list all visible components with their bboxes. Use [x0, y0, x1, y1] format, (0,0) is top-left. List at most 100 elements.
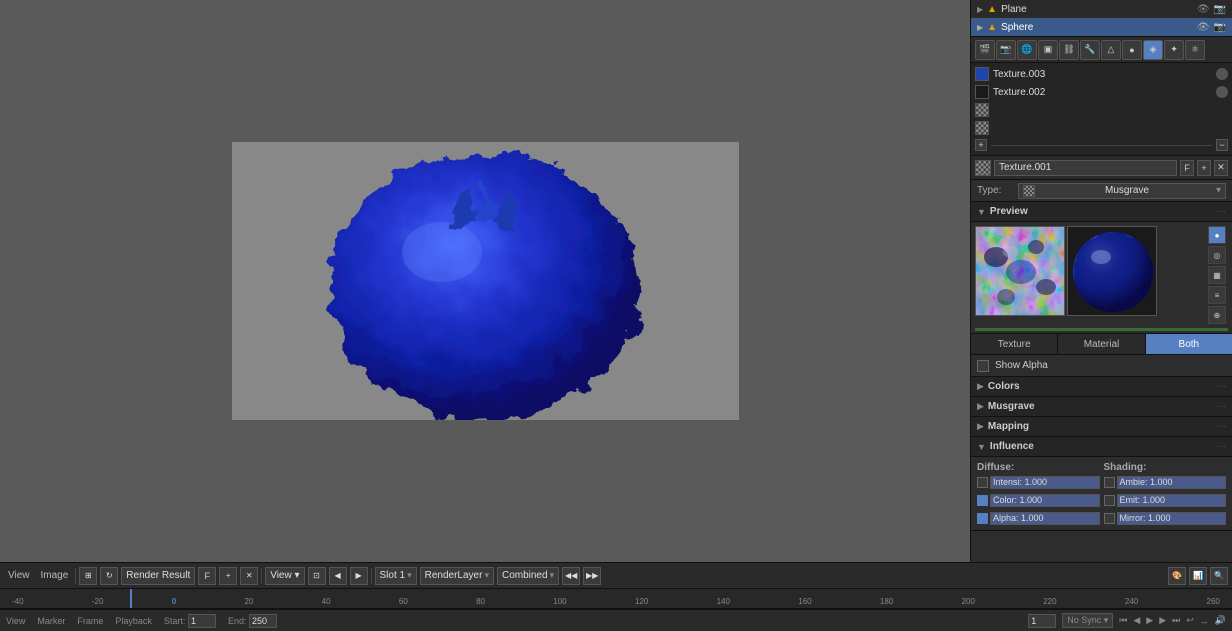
ctrl-next[interactable]: ▶ — [1159, 615, 1166, 626]
render-result-dropdown[interactable]: Render Result — [121, 567, 195, 585]
play-next[interactable]: ▶▶ — [583, 567, 601, 585]
intensi-slider[interactable]: Intensi: 1.000 — [990, 476, 1100, 489]
texture-row-002[interactable]: Texture.002 — [971, 83, 1232, 101]
ctrl-bounce[interactable]: ↔ — [1200, 616, 1209, 626]
status-playback[interactable]: Playback — [115, 616, 152, 626]
intensi-checkbox[interactable] — [977, 477, 988, 488]
renderlayer-label: RenderLayer — [425, 570, 483, 581]
nav-next[interactable]: ▶ — [350, 567, 368, 585]
tex-f-btn[interactable]: F — [1180, 160, 1194, 176]
preview-flat — [975, 226, 1065, 316]
sphere-eye-icon[interactable]: 👁 — [1197, 22, 1210, 33]
show-alpha-checkbox[interactable] — [977, 360, 989, 372]
tab-material[interactable]: Material — [1058, 334, 1145, 354]
start-frame-input[interactable] — [188, 614, 216, 628]
status-view[interactable]: View — [6, 616, 25, 626]
status-frame[interactable]: Frame — [77, 616, 103, 626]
ctrl-loop[interactable]: ↩ — [1186, 615, 1194, 626]
no-sync-label[interactable]: No Sync ▾ — [1062, 613, 1113, 628]
tab-both[interactable]: Both — [1146, 334, 1232, 354]
color-checkbox[interactable] — [977, 495, 988, 506]
plane-render-icon[interactable]: 📷 — [1214, 4, 1226, 15]
toolbar-btn-material[interactable]: ● — [1122, 40, 1142, 60]
view-dropdown[interactable]: View ▾ — [265, 567, 304, 585]
preview-ctrl-3[interactable]: ▦ — [1208, 266, 1226, 284]
scene-row-sphere[interactable]: ▶ ▲ Sphere 👁 📷 — [971, 18, 1232, 36]
musgrave-header[interactable]: ▶ Musgrave ··· — [971, 397, 1232, 417]
scene-row-plane[interactable]: ▶ ▲ Plane 👁 📷 — [971, 0, 1232, 18]
tb-icon1[interactable]: ⊞ — [79, 567, 97, 585]
texture-name-input[interactable] — [994, 160, 1177, 176]
preview-ctrl-2[interactable]: ◎ — [1208, 246, 1226, 264]
texture-row-003[interactable]: Texture.003 — [971, 65, 1232, 83]
tex-eye-002[interactable] — [1216, 86, 1228, 98]
toolbar-btn-particles[interactable]: ✦ — [1164, 40, 1184, 60]
tb-icon4[interactable]: ✕ — [240, 567, 258, 585]
type-select[interactable]: Musgrave ▾ — [1018, 183, 1226, 199]
toolbar-btn-render[interactable]: 🎬 — [975, 40, 995, 60]
toolbar-btn-scene[interactable]: 📷 — [996, 40, 1016, 60]
ctrl-prev[interactable]: ◀ — [1133, 615, 1140, 626]
ambie-checkbox[interactable] — [1104, 477, 1115, 488]
remove-texture-btn[interactable]: − — [1216, 139, 1228, 151]
mirror-slider[interactable]: Mirror: 1.000 — [1117, 512, 1227, 525]
status-marker[interactable]: Marker — [37, 616, 65, 626]
toolbar-view-label[interactable]: View — [4, 570, 34, 581]
toolbar-btn-physics[interactable]: ⚛ — [1185, 40, 1205, 60]
plane-eye-icon[interactable]: 👁 — [1197, 4, 1210, 15]
diffuse-column: Diffuse: Intensi: 1.000 — [977, 461, 1100, 526]
toolbar-btn-object[interactable]: ▣ — [1038, 40, 1058, 60]
emit-slider[interactable]: Emit: 1.000 — [1117, 494, 1227, 507]
tb-r1[interactable]: 🎨 — [1168, 567, 1186, 585]
alpha-checkbox[interactable] — [977, 513, 988, 524]
tex-eye-003[interactable] — [1216, 68, 1228, 80]
nav-prev[interactable]: ◀ — [329, 567, 347, 585]
plane-label: Plane — [1001, 4, 1027, 15]
play-prev[interactable]: ◀◀ — [562, 567, 580, 585]
influence-header[interactable]: ▼ Influence ··· — [971, 437, 1232, 457]
tb-icon3[interactable]: + — [219, 567, 237, 585]
texture-row-checker2[interactable] — [971, 119, 1232, 137]
end-frame-input[interactable] — [249, 614, 277, 628]
tb-r3[interactable]: 🔍 — [1210, 567, 1228, 585]
preview-ctrl-5[interactable]: ⊕ — [1208, 306, 1226, 324]
colors-header[interactable]: ▶ Colors ··· — [971, 377, 1232, 397]
tab-texture[interactable]: Texture — [971, 334, 1058, 354]
toolbar-btn-modifier[interactable]: 🔧 — [1080, 40, 1100, 60]
texture-panel-scroll[interactable]: ▼ Preview ··· — [971, 202, 1232, 562]
tex-plus-btn[interactable]: + — [1197, 160, 1211, 176]
tex-swatch-003 — [975, 67, 989, 81]
preview-ctrl-1[interactable]: ● — [1208, 226, 1226, 244]
sphere-render-icon[interactable]: 📷 — [1214, 22, 1226, 33]
color-slider[interactable]: Color: 1.000 — [990, 494, 1100, 507]
add-texture-btn[interactable]: + — [975, 139, 987, 151]
ctrl-audio[interactable]: 🔊 — [1215, 615, 1226, 626]
zoom-btn[interactable]: ⊡ — [308, 567, 326, 585]
texture-row-checker1[interactable] — [971, 101, 1232, 119]
toolbar-btn-constraint[interactable]: ⛓ — [1059, 40, 1079, 60]
frame-current-input[interactable] — [1028, 614, 1056, 628]
toolbar-btn-world[interactable]: 🌐 — [1017, 40, 1037, 60]
alpha-slider[interactable]: Alpha: 1.000 — [990, 512, 1100, 525]
ctrl-start[interactable]: ⏮ — [1119, 615, 1127, 626]
combined-dropdown[interactable]: Combined ▾ — [497, 567, 559, 585]
slot-dropdown[interactable]: Slot 1 ▾ — [375, 567, 417, 585]
ctrl-end[interactable]: ⏭ — [1172, 615, 1180, 626]
toolbar-btn-texture[interactable]: ◈ — [1143, 40, 1163, 60]
toolbar-btn-data[interactable]: △ — [1101, 40, 1121, 60]
ctrl-play[interactable]: ▶ — [1146, 615, 1153, 626]
tb-r2[interactable]: 📊 — [1189, 567, 1207, 585]
render-svg — [232, 142, 739, 420]
mirror-checkbox[interactable] — [1104, 513, 1115, 524]
renderlayer-dropdown[interactable]: RenderLayer ▾ — [420, 567, 494, 585]
toolbar-image-label[interactable]: Image — [37, 570, 73, 581]
preview-ctrl-4[interactable]: ≡ — [1208, 286, 1226, 304]
ambie-slider[interactable]: Ambie: 1.000 — [1117, 476, 1227, 489]
tex-x-btn[interactable]: ✕ — [1214, 160, 1228, 176]
mapping-arrow: ▶ — [977, 421, 984, 432]
tb-icon2[interactable]: ↻ — [100, 567, 118, 585]
f-btn[interactable]: F — [198, 567, 216, 585]
mapping-header[interactable]: ▶ Mapping ··· — [971, 417, 1232, 437]
emit-checkbox[interactable] — [1104, 495, 1115, 506]
preview-header[interactable]: ▼ Preview ··· — [971, 202, 1232, 222]
